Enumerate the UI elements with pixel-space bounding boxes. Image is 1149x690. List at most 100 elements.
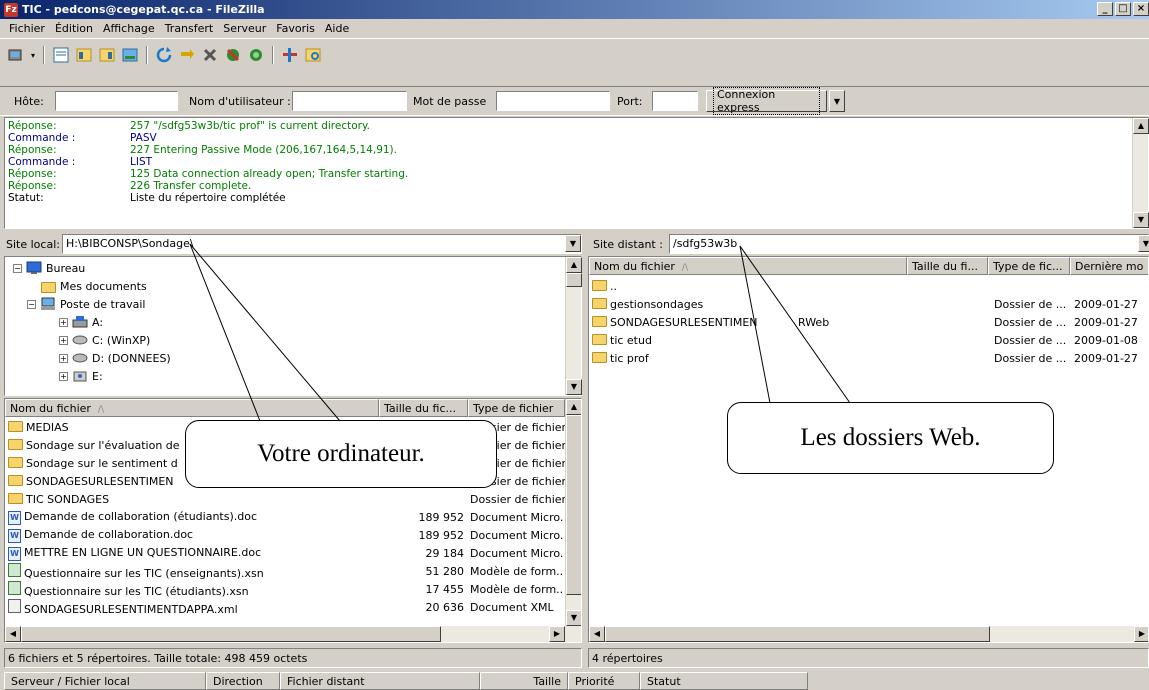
file-name: TIC SONDAGES bbox=[26, 493, 110, 506]
list-item[interactable]: W METTRE EN LIGNE UN QUESTIONNAIRE.doc 29 … bbox=[5, 544, 565, 562]
local-path-input[interactable]: H:\BIBCONSP\Sondage\ bbox=[62, 234, 582, 254]
scroll-right-icon[interactable]: ▶ bbox=[1134, 626, 1148, 642]
process-queue-icon[interactable] bbox=[177, 45, 197, 65]
expand-icon[interactable]: + bbox=[59, 353, 68, 363]
local-list-hscrollbar[interactable]: ◀ ▶ bbox=[5, 626, 581, 642]
scroll-left-icon[interactable]: ◀ bbox=[589, 626, 605, 642]
scroll-thumb[interactable] bbox=[21, 626, 441, 642]
local-list-scrollbar[interactable]: ▲ ▼ bbox=[565, 399, 581, 626]
scroll-down-icon[interactable]: ▼ bbox=[566, 379, 582, 395]
scroll-up-icon[interactable]: ▲ bbox=[1133, 118, 1149, 134]
expand-icon[interactable]: + bbox=[59, 317, 68, 327]
quickconnect-dropdown-button[interactable]: ▼ bbox=[829, 90, 845, 112]
site-manager-dropdown-icon[interactable]: ▾ bbox=[29, 45, 37, 65]
column-header-type[interactable]: Type de fic... bbox=[988, 257, 1070, 275]
scroll-down-icon[interactable]: ▼ bbox=[566, 610, 581, 626]
list-item[interactable]: TIC SONDAGES Dossier de fichier bbox=[5, 490, 566, 508]
scroll-down-icon[interactable]: ▼ bbox=[1133, 212, 1149, 228]
queue-column-remote[interactable]: Fichier distant bbox=[280, 672, 480, 690]
column-header-name[interactable]: Nom du fichier /\ bbox=[5, 399, 379, 417]
cancel-icon[interactable] bbox=[200, 45, 220, 65]
menu-fichier[interactable]: Fichier bbox=[4, 22, 50, 35]
reconnect-icon[interactable] bbox=[246, 45, 266, 65]
queue-column-size[interactable]: Taille bbox=[480, 672, 568, 690]
minimize-button[interactable]: _ bbox=[1097, 2, 1113, 16]
host-input[interactable] bbox=[55, 91, 178, 111]
collapse-icon[interactable]: − bbox=[13, 263, 22, 273]
list-item[interactable]: gestionsondages Dossier de ... 2009-01-27 bbox=[589, 295, 1148, 313]
file-name: SONDAGESURLESENTIMENTDAPPA.xml bbox=[24, 602, 238, 616]
list-item[interactable]: tic etud Dossier de ... 2009-01-08 bbox=[589, 331, 1148, 349]
column-header-size[interactable]: Taille du fi... bbox=[907, 257, 988, 275]
file-modified: 2009-01-27 bbox=[1074, 297, 1138, 311]
list-item-parent[interactable]: .. bbox=[589, 277, 1148, 295]
log-type: Commande : bbox=[8, 132, 76, 144]
menu-affichage[interactable]: Affichage bbox=[98, 22, 160, 35]
scroll-thumb[interactable] bbox=[566, 273, 582, 287]
menu-transfert[interactable]: Transfert bbox=[160, 22, 219, 35]
remote-path-input[interactable]: /sdfg53w3b bbox=[669, 234, 1149, 254]
tree-node-drive-e[interactable]: + E: bbox=[59, 367, 103, 385]
tree-node-bureau[interactable]: − Bureau bbox=[13, 259, 85, 277]
maximize-button[interactable]: □ bbox=[1115, 2, 1131, 16]
local-tree-scrollbar[interactable]: ▲ ▼ bbox=[565, 257, 582, 395]
list-item[interactable]: Questionnaire sur les TIC (étudiants).xs… bbox=[5, 580, 565, 598]
queue-column-server[interactable]: Serveur / Fichier local bbox=[4, 672, 206, 690]
quickconnect-button[interactable]: Connexion express bbox=[706, 87, 827, 115]
disconnect-icon[interactable] bbox=[223, 45, 243, 65]
menu-aide[interactable]: Aide bbox=[320, 22, 354, 35]
remote-path-dropdown-icon[interactable]: ▼ bbox=[1138, 235, 1149, 252]
local-path-dropdown-icon[interactable]: ▼ bbox=[565, 235, 581, 252]
menu-favoris[interactable]: Favoris bbox=[271, 22, 320, 35]
log-message: 226 Transfer complete. bbox=[130, 180, 252, 192]
tree-node-drive-a[interactable]: + A: bbox=[59, 313, 103, 331]
username-input[interactable] bbox=[292, 91, 407, 111]
list-item[interactable]: Questionnaire sur les TIC (enseignants).… bbox=[5, 562, 565, 580]
column-header-size[interactable]: Taille du fic... bbox=[379, 399, 468, 417]
tree-node-poste-de-travail[interactable]: − Poste de travail bbox=[27, 295, 145, 313]
expand-icon[interactable]: + bbox=[59, 371, 68, 381]
menu-serveur[interactable]: Serveur bbox=[218, 22, 271, 35]
filter-icon[interactable] bbox=[280, 45, 300, 65]
refresh-icon[interactable] bbox=[154, 45, 174, 65]
list-item[interactable]: tic prof Dossier de ... 2009-01-27 bbox=[589, 349, 1148, 367]
list-item[interactable]: SONDAGESURLESENTIMEN RWeb Dossier de ... 20… bbox=[589, 313, 1148, 331]
scroll-left-icon[interactable]: ◀ bbox=[5, 626, 21, 642]
tree-node-drive-c[interactable]: + C: (WinXP) bbox=[59, 331, 150, 349]
toggle-local-tree-icon[interactable] bbox=[74, 45, 94, 65]
queue-column-status[interactable]: Statut bbox=[640, 672, 808, 690]
scroll-thumb[interactable] bbox=[605, 626, 990, 642]
file-size: 51 280 bbox=[425, 564, 465, 578]
scroll-up-icon[interactable]: ▲ bbox=[566, 399, 581, 415]
tree-node-drive-d[interactable]: + D: (DONNEES) bbox=[59, 349, 171, 367]
scroll-thumb[interactable] bbox=[566, 415, 581, 595]
collapse-icon[interactable]: − bbox=[27, 299, 36, 309]
menu-edition[interactable]: Édition bbox=[50, 22, 98, 35]
site-manager-icon[interactable] bbox=[6, 45, 26, 65]
column-header-modified[interactable]: Dernière mo bbox=[1070, 257, 1148, 275]
scroll-up-icon[interactable]: ▲ bbox=[566, 257, 582, 273]
password-input[interactable] bbox=[496, 91, 610, 111]
column-header-type[interactable]: Type de fichier bbox=[468, 399, 565, 417]
compare-icon[interactable] bbox=[303, 45, 323, 65]
log-entry: Commande : LIST bbox=[8, 156, 1145, 168]
local-directory-tree[interactable]: − Bureau Mes documents − Poste de travai… bbox=[4, 256, 582, 396]
log-scrollbar[interactable]: ▲ ▼ bbox=[1132, 118, 1149, 228]
list-item[interactable]: SONDAGESURLESENTIMENTDAPPA.xml 20 636 Docu… bbox=[5, 598, 565, 616]
scroll-right-icon[interactable]: ▶ bbox=[549, 626, 565, 642]
remote-list-hscrollbar[interactable]: ◀ ▶ bbox=[589, 626, 1148, 642]
toggle-remote-tree-icon[interactable] bbox=[97, 45, 117, 65]
close-button[interactable]: × bbox=[1133, 2, 1149, 16]
expand-icon[interactable]: + bbox=[59, 335, 68, 345]
tree-node-mes-documents[interactable]: Mes documents bbox=[41, 277, 147, 295]
queue-column-priority[interactable]: Priorité bbox=[568, 672, 640, 690]
list-item[interactable]: W Demande de collaboration (étudiants).do… bbox=[5, 508, 565, 526]
column-header-name[interactable]: Nom du fichier /\ bbox=[589, 257, 907, 275]
queue-column-direction[interactable]: Direction bbox=[206, 672, 280, 690]
toggle-queue-icon[interactable] bbox=[120, 45, 140, 65]
message-log[interactable]: Réponse: 257 "/sdfg53w3b/tic prof" is cur… bbox=[4, 117, 1149, 229]
port-input[interactable] bbox=[652, 91, 698, 111]
tree-node-label: Bureau bbox=[46, 261, 86, 275]
toggle-log-icon[interactable] bbox=[51, 45, 71, 65]
list-item[interactable]: W Demande de collaboration.doc 189 952 Docu… bbox=[5, 526, 565, 544]
